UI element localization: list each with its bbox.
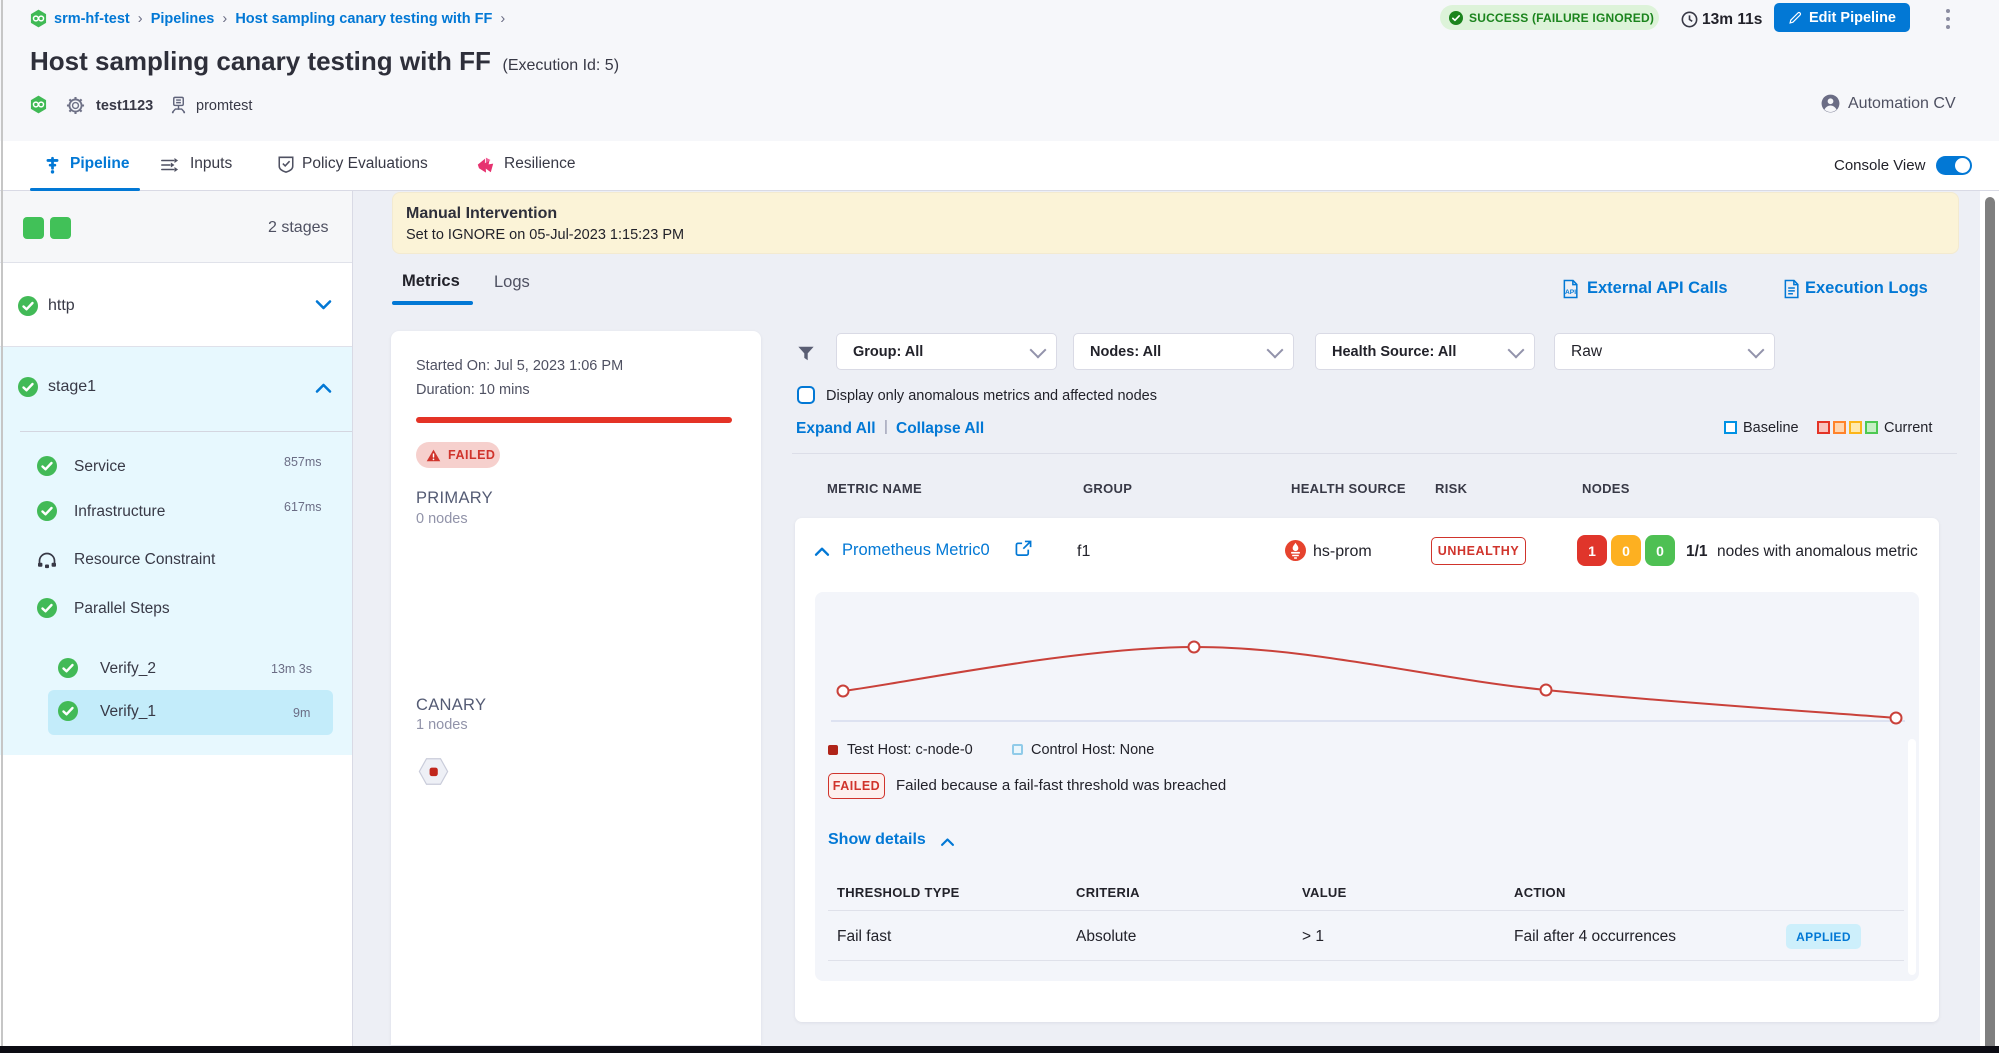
svg-text:API: API xyxy=(1565,289,1576,296)
